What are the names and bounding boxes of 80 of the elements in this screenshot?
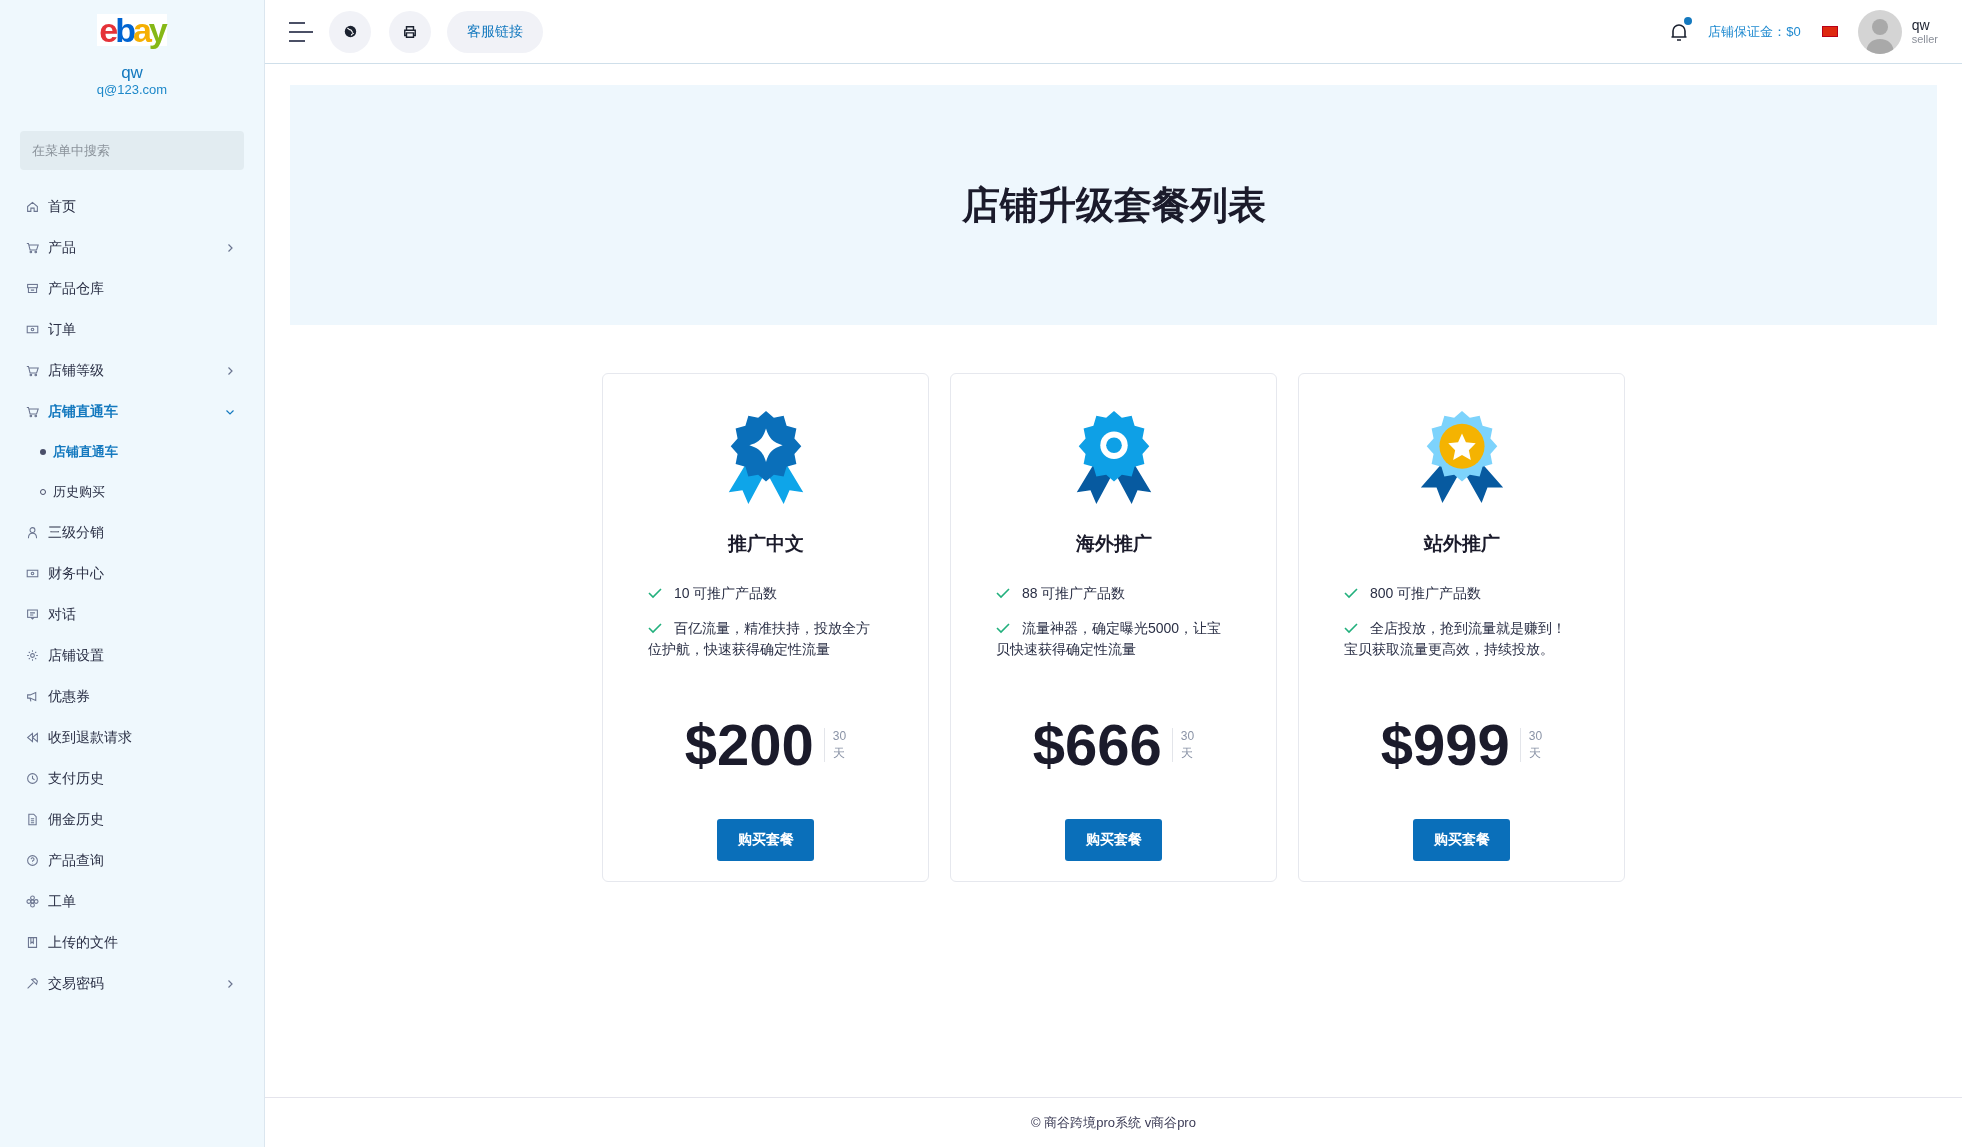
bullet-icon — [40, 449, 46, 455]
print-button[interactable] — [389, 10, 431, 53]
history-icon — [26, 772, 39, 785]
check-icon — [996, 621, 1010, 634]
language-button[interactable] — [329, 10, 371, 53]
period-unit: 天 — [1180, 744, 1194, 762]
sidebar-item[interactable]: 收到退款请求 — [0, 717, 264, 758]
search-field[interactable]: 在菜单中搜索 — [20, 131, 244, 170]
cart-icon — [26, 364, 39, 377]
period-number: 30 — [832, 727, 847, 745]
sidebar-subitem[interactable]: 历史购买 — [0, 472, 264, 512]
cart-icon — [26, 241, 39, 254]
document-icon — [26, 813, 39, 826]
footer-text: © 商谷跨境pro系统 v商谷pro — [1031, 1113, 1196, 1132]
plan-title: 推广中文 — [727, 532, 804, 556]
sidebar-subitem[interactable]: 店铺直通车 — [0, 432, 264, 472]
check-icon — [1344, 621, 1358, 634]
user-name: qw — [1911, 17, 1931, 32]
price: $999 — [1380, 714, 1510, 775]
feature-text: 流量神器，确定曝光5000，让宝贝快速获得确定性流量 — [996, 618, 1223, 659]
message-icon — [26, 608, 39, 621]
banknote-icon — [26, 567, 39, 580]
check-icon — [648, 621, 662, 634]
user-icon — [26, 526, 39, 539]
sidebar-item[interactable]: 店铺直通车 — [0, 391, 264, 432]
feature-text: 全店投放，抢到流量就是赚到！宝贝获取流量更高效，持续投放。 — [1344, 618, 1567, 659]
buy-button[interactable]: 购买套餐 — [717, 818, 814, 861]
sidebar-item[interactable]: 工单 — [0, 881, 264, 922]
hammer-icon — [26, 977, 39, 990]
sidebar-item[interactable]: 上传的文件 — [0, 922, 264, 963]
sidebar-item[interactable]: 首页 — [0, 186, 264, 227]
home-icon — [26, 200, 39, 213]
period-number: 30 — [1180, 727, 1195, 745]
user-name: qw — [121, 64, 143, 82]
user-role: seller — [1911, 32, 1938, 46]
sidebar-item[interactable]: 店铺设置 — [0, 635, 264, 676]
user-email: q@123.com — [96, 82, 168, 98]
sidebar-item[interactable]: 店铺等级 — [0, 350, 264, 391]
banknote-icon — [26, 323, 39, 336]
settings-icon — [26, 649, 39, 662]
help-icon — [26, 854, 39, 867]
page-title: 店铺升级套餐列表 — [961, 182, 1266, 228]
check-icon — [1344, 586, 1358, 599]
check-icon — [996, 586, 1010, 599]
menu-button[interactable] — [289, 21, 315, 42]
sidebar-item[interactable]: 对话 — [0, 594, 264, 635]
feature-text: 88 可推广产品数 — [996, 582, 1231, 604]
price: $666 — [1032, 714, 1162, 775]
megaphone-icon — [26, 690, 39, 703]
rewind-icon — [26, 731, 39, 744]
service-link[interactable]: 客服链接 — [447, 10, 543, 53]
archive-icon — [26, 282, 39, 295]
cart-icon — [26, 405, 39, 418]
buy-button[interactable]: 购买套餐 — [1413, 818, 1510, 861]
sidebar-item[interactable]: 优惠券 — [0, 676, 264, 717]
plan-title: 站外推广 — [1423, 532, 1500, 556]
sidebar-item[interactable]: 产品查询 — [0, 840, 264, 881]
flower-icon — [26, 895, 39, 908]
period-unit: 天 — [1528, 744, 1542, 762]
sidebar-item[interactable]: 佣金历史 — [0, 799, 264, 840]
buy-button[interactable]: 购买套餐 — [1065, 818, 1162, 861]
period-unit: 天 — [832, 744, 846, 762]
feature-text: 百亿流量，精准扶持，投放全方位护航，快速获得确定性流量 — [648, 618, 871, 659]
book-icon — [26, 936, 39, 949]
sidebar-item[interactable]: 产品 — [0, 227, 264, 268]
sidebar-item[interactable]: 产品仓库 — [0, 268, 264, 309]
sidebar-item[interactable]: 支付历史 — [0, 758, 264, 799]
sidebar-item[interactable]: 三级分销 — [0, 512, 264, 553]
period-number: 30 — [1528, 727, 1543, 745]
feature-text: 800 可推广产品数 — [1344, 582, 1579, 604]
printer-icon — [403, 24, 417, 39]
deposit-text: 店铺保证金：$0 — [1708, 22, 1801, 41]
sidebar-item[interactable]: 交易密码 — [0, 963, 264, 1004]
sidebar-item[interactable]: 订单 — [0, 309, 264, 350]
check-icon — [648, 586, 662, 599]
plan-title: 海外推广 — [1075, 532, 1152, 556]
price: $200 — [684, 714, 814, 775]
bell-icon — [1670, 21, 1689, 42]
feature-text: 10 可推广产品数 — [648, 582, 883, 604]
sidebar-item[interactable]: 财务中心 — [0, 553, 264, 594]
